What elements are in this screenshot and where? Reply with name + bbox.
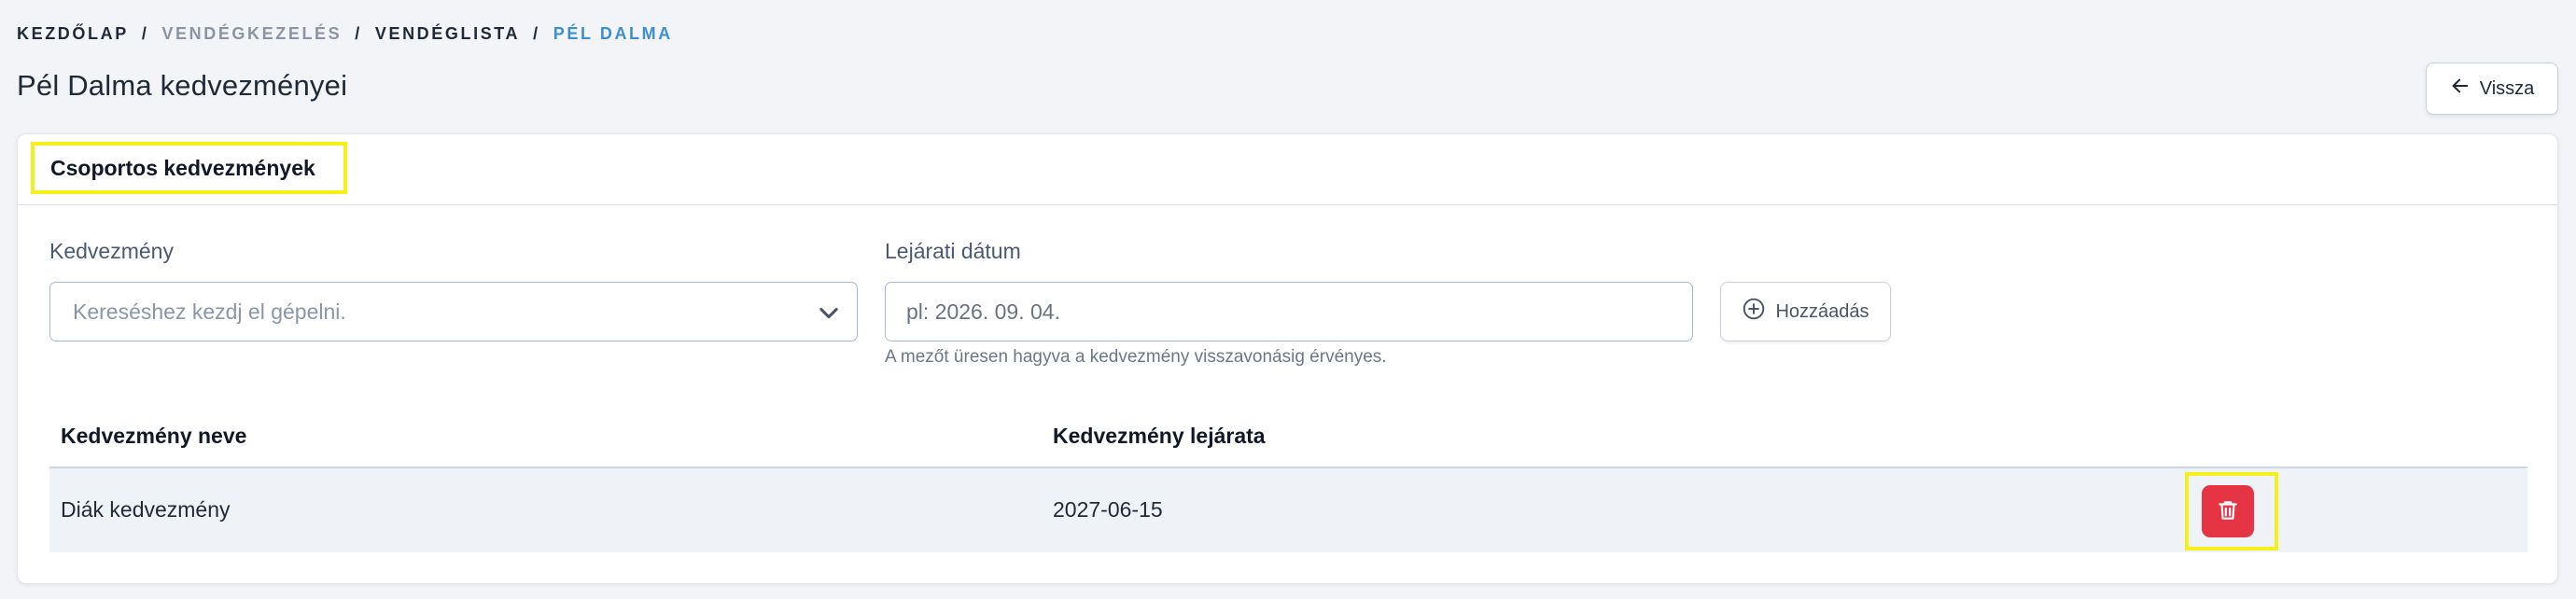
discount-expiry-cell: 2027-06-15	[1053, 497, 1163, 522]
add-button-label: Hozzáadás	[1775, 300, 1869, 322]
breadcrumb-guest-management: VENDÉGKEZELÉS	[161, 24, 343, 43]
discount-name-cell: Diák kedvezmény	[61, 497, 231, 522]
page-title: Pél Dalma kedvezményei	[17, 69, 348, 102]
back-button[interactable]: Vissza	[2426, 63, 2558, 115]
breadcrumb-current: PÉL DALMA	[553, 24, 673, 43]
group-discounts-card: Csoportos kedvezmények Kedvezmény Keresé…	[17, 133, 2558, 584]
expiry-date-input[interactable]	[885, 282, 1693, 341]
trash-icon	[2216, 498, 2240, 525]
expiry-help-text: A mezőt üresen hagyva a kedvezmény vissz…	[885, 347, 1387, 367]
table-header: Kedvezmény neve Kedvezmény lejárata	[49, 405, 2527, 468]
plus-circle-icon	[1742, 297, 1766, 327]
discounts-table: Kedvezmény neve Kedvezmény lejárata Diák…	[49, 405, 2527, 552]
column-header-expiry: Kedvezmény lejárata	[1053, 424, 1266, 448]
breadcrumb-guest-list[interactable]: VENDÉGLISTA	[375, 24, 520, 44]
chevron-down-icon	[816, 300, 842, 326]
discount-select-placeholder: Kereséshez kezdj el gépelni.	[73, 299, 346, 324]
breadcrumb-separator: /	[355, 24, 362, 43]
back-button-label: Vissza	[2479, 77, 2535, 99]
breadcrumb-separator: /	[533, 24, 540, 43]
breadcrumb-home[interactable]: KEZDŐLAP	[17, 24, 129, 44]
column-header-name: Kedvezmény neve	[61, 424, 247, 448]
discount-label: Kedvezmény	[49, 239, 174, 263]
add-button[interactable]: Hozzáadás	[1720, 282, 1891, 341]
discount-select[interactable]: Kereséshez kezdj el gépelni.	[49, 282, 858, 341]
expiry-date-label: Lejárati dátum	[885, 239, 1021, 263]
card-header: Csoportos kedvezmények	[18, 134, 2557, 205]
breadcrumb-separator: /	[141, 24, 149, 43]
arrow-left-icon	[2450, 76, 2471, 102]
table-row: Diák kedvezmény 2027-06-15	[49, 468, 2527, 552]
card-title: Csoportos kedvezmények	[31, 142, 347, 194]
breadcrumb: KEZDŐLAP / VENDÉGKEZELÉS / VENDÉGLISTA /…	[17, 24, 673, 44]
delete-button[interactable]	[2202, 485, 2254, 537]
